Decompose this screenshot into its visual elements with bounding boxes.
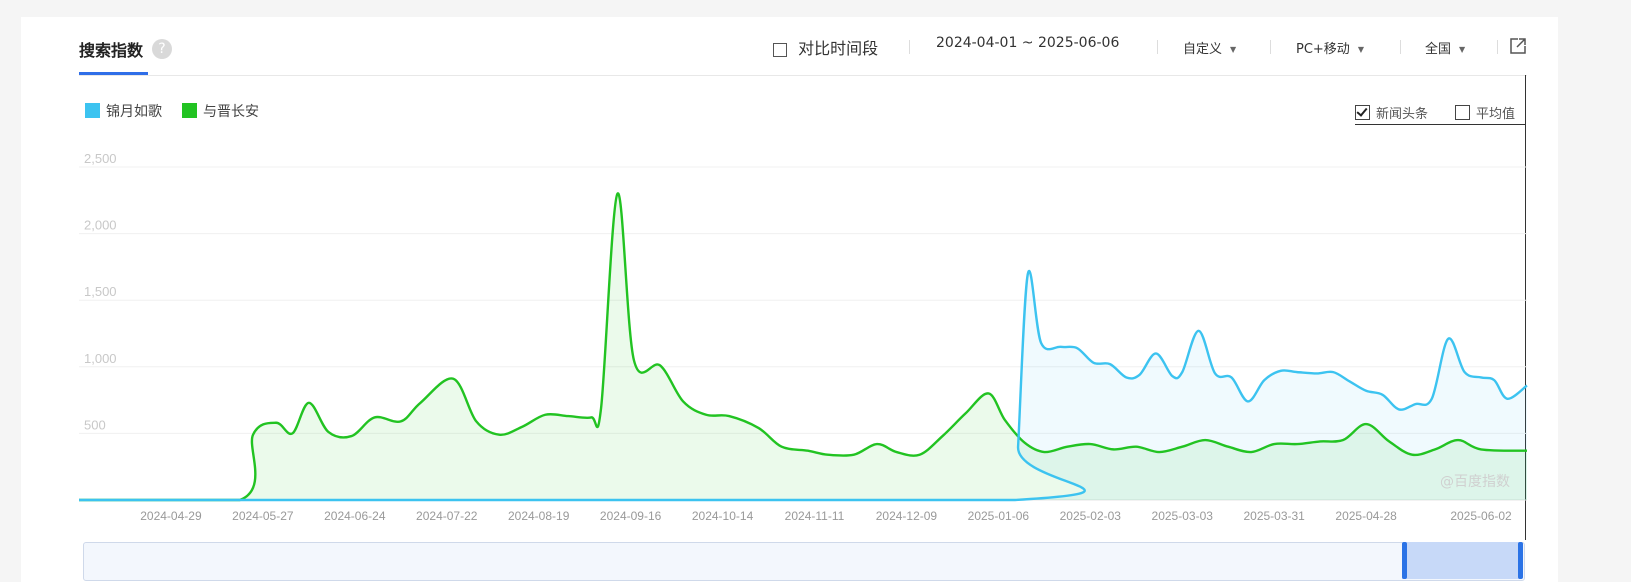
y-tick-label: 2,000	[84, 218, 117, 233]
watermark: @百度指数	[1440, 474, 1510, 490]
x-tick-label: 2024-12-09	[876, 509, 938, 523]
x-tick-label: 2025-01-06	[968, 509, 1030, 523]
x-tick-label: 2025-06-02	[1450, 509, 1512, 523]
chart: 2,500 2,000 1,500 1,000 500 2024-04-29 2024-0…	[78, 151, 1528, 523]
x-tick-label: 2024-06-24	[324, 509, 386, 523]
x-tick-label: 2025-04-28	[1335, 509, 1397, 523]
x-tick-label: 2025-03-03	[1152, 509, 1214, 523]
x-tick-label: 2024-05-27	[232, 509, 294, 523]
x-tick-label: 2024-04-29	[140, 509, 202, 523]
range-handle-left[interactable]	[1402, 542, 1407, 579]
y-tick-label: 1,500	[84, 284, 117, 299]
x-tick-label: 2025-02-03	[1060, 509, 1122, 523]
range-handle-right[interactable]	[1518, 542, 1523, 579]
x-tick-label: 2024-10-14	[692, 509, 754, 523]
y-tick-label: 1,000	[84, 351, 117, 366]
x-tick-label: 2024-09-16	[600, 509, 662, 523]
range-slider[interactable]	[83, 542, 1525, 581]
x-tick-label: 2024-07-22	[416, 509, 478, 523]
y-tick-label: 2,500	[84, 151, 117, 166]
x-tick-label: 2024-11-11	[785, 509, 845, 523]
x-tick-label: 2025-03-31	[1243, 509, 1305, 523]
range-slider-window[interactable]	[1402, 542, 1520, 579]
y-tick-label: 500	[84, 417, 106, 432]
series-area-2	[79, 193, 1527, 500]
x-tick-label: 2024-08-19	[508, 509, 570, 523]
